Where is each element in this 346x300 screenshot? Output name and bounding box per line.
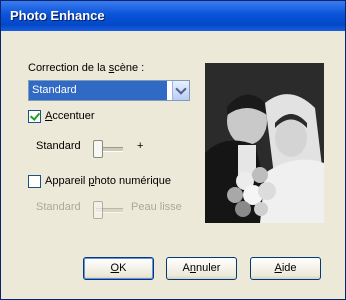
scene-select-value: Standard	[29, 81, 167, 100]
skin-slider-thumb	[93, 201, 103, 219]
window-title: Photo Enhance	[10, 8, 105, 23]
photo-enhance-dialog: Photo Enhance Correction de la scène : S…	[0, 0, 346, 300]
help-button[interactable]: Aide	[250, 257, 321, 280]
preview-photo-image	[205, 63, 324, 223]
skin-slider-max-label: Peau lisse	[131, 201, 182, 213]
scene-select[interactable]: Standard	[28, 80, 190, 101]
chevron-down-icon	[175, 83, 187, 95]
scene-correction-label: Correction de la scène :	[28, 62, 145, 74]
sharpen-slider-max-label: +	[137, 140, 144, 152]
cancel-button[interactable]: Annuler	[166, 257, 237, 280]
scene-dropdown-button[interactable]	[172, 81, 189, 100]
sharpen-checkbox[interactable]	[28, 110, 41, 123]
ok-button[interactable]: OK	[83, 257, 154, 280]
sharpen-label[interactable]: Accentuer	[45, 110, 95, 122]
sharpen-slider-thumb[interactable]	[93, 140, 103, 158]
checkmark-icon	[29, 110, 41, 121]
skin-slider-min-label: Standard	[36, 201, 81, 213]
digital-camera-checkbox[interactable]	[28, 175, 41, 188]
title-bar[interactable]: Photo Enhance	[1, 1, 345, 31]
sharpen-slider-min-label: Standard	[36, 140, 81, 152]
preview-photo	[205, 63, 324, 223]
digital-camera-label[interactable]: Appareil photo numérique	[45, 175, 171, 187]
